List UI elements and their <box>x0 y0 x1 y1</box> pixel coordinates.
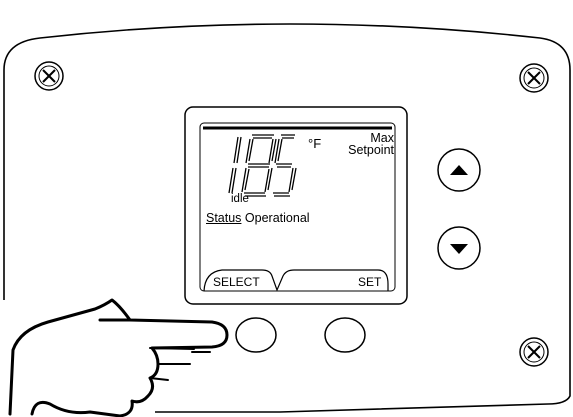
set-softkey-button[interactable] <box>324 317 366 353</box>
mode-label: Max Setpoint <box>342 132 394 157</box>
softkey-right-label: SET <box>358 275 382 289</box>
controller-panel <box>3 23 571 417</box>
softkey-left-label: SELECT <box>213 275 260 289</box>
down-button[interactable] <box>437 226 481 270</box>
select-softkey-button[interactable] <box>235 317 277 353</box>
screw-top-left-icon <box>34 61 64 91</box>
status-value: Operational <box>244 211 310 225</box>
mode-label-line2: Setpoint <box>348 143 394 157</box>
screw-top-right-icon <box>519 63 549 93</box>
status-row: Status Operational <box>206 211 310 225</box>
status-label: Status <box>206 211 242 225</box>
pointing-hand-icon <box>8 298 229 417</box>
unit-label: °F <box>308 136 322 151</box>
screw-bottom-right-icon <box>519 337 549 367</box>
state-label: idle <box>231 193 249 205</box>
up-button[interactable] <box>437 148 481 192</box>
